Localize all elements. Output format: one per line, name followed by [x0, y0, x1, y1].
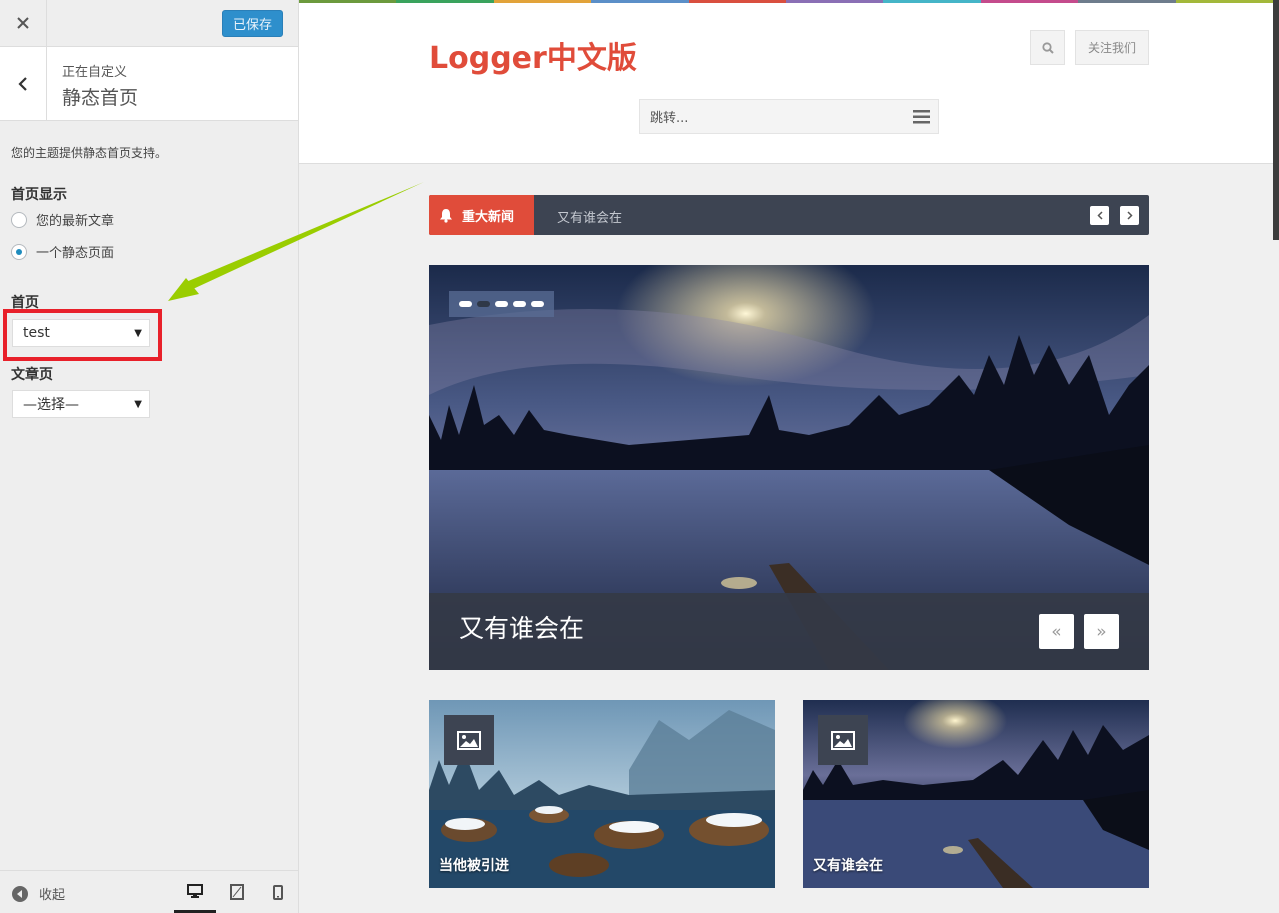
card-title[interactable]: 又有谁会在 — [813, 855, 883, 875]
customizer-topbar: 已保存 — [0, 0, 298, 47]
device-tablet-button[interactable] — [216, 871, 258, 913]
homepage-display-title: 首页显示 — [11, 187, 67, 203]
follow-us-button[interactable]: 关注我们 — [1075, 30, 1149, 65]
site-preview: Logger中文版 关注我们 跳转... 重大新闻 又有谁会在 又有谁会在 « … — [299, 0, 1279, 913]
slide-caption[interactable]: 又有谁会在 — [459, 609, 584, 645]
slide-dot[interactable] — [459, 301, 472, 307]
posts-page-title: 文章页 — [11, 367, 53, 383]
radio-label: 一个静态页面 — [36, 246, 115, 261]
preview-scrollbar[interactable] — [1273, 0, 1279, 240]
ticker-headline[interactable]: 又有谁会在 — [557, 207, 622, 226]
collapse-button[interactable]: 收起 — [12, 884, 65, 903]
image-icon — [831, 730, 855, 750]
back-button[interactable] — [0, 47, 47, 120]
radio-label: 您的最新文章 — [36, 214, 115, 229]
slide-dot[interactable] — [495, 301, 508, 307]
ticker-prev-button[interactable] — [1090, 206, 1109, 225]
breaking-news-label: 重大新闻 — [429, 195, 534, 235]
card-title[interactable]: 当他被引进 — [439, 855, 509, 875]
hamburger-menu-icon — [913, 110, 930, 124]
customizer-footer: 收起 — [0, 870, 298, 913]
section-description: 您的主题提供静态首页支持。 — [11, 146, 168, 160]
device-mobile-button[interactable] — [257, 871, 299, 913]
desktop-icon — [187, 883, 203, 898]
close-customizer-button[interactable] — [0, 0, 47, 46]
image-format-badge — [444, 715, 494, 765]
site-title[interactable]: Logger中文版 — [429, 33, 637, 77]
slide-dot-active[interactable] — [477, 301, 490, 307]
mobile-icon — [273, 884, 283, 900]
slide-dot[interactable] — [513, 301, 526, 307]
slide-dot[interactable] — [531, 301, 544, 307]
select-value: —选择— — [23, 397, 79, 413]
search-button[interactable] — [1030, 30, 1065, 65]
tablet-icon — [230, 884, 244, 900]
jump-menu-select[interactable]: 跳转... — [639, 99, 939, 134]
chevron-left-icon — [18, 76, 27, 91]
chevron-left-icon — [1096, 211, 1103, 220]
chevron-right-icon — [1126, 211, 1133, 220]
slide-next-button[interactable]: » — [1084, 614, 1119, 649]
featured-slider[interactable]: 又有谁会在 « » — [429, 265, 1149, 670]
posts-page-select[interactable]: —选择— ▼ — [12, 390, 150, 418]
double-chevron-right-icon: » — [1096, 621, 1107, 642]
slide-caption-bar: 又有谁会在 « » — [429, 593, 1149, 670]
post-card[interactable]: 又有谁会在 — [803, 700, 1149, 888]
radio-button-checked[interactable] — [11, 243, 27, 260]
caret-down-icon: ▼ — [134, 399, 142, 410]
annotation-highlight-box — [3, 309, 162, 361]
arrow-left-circle-icon — [12, 885, 28, 902]
bell-icon — [440, 208, 452, 223]
section-header: 正在自定义 静态首页 — [0, 47, 298, 121]
breaking-news-ticker: 重大新闻 又有谁会在 — [429, 195, 1149, 235]
radio-latest-posts[interactable]: 您的最新文章 — [11, 210, 114, 229]
radio-button[interactable] — [11, 211, 27, 228]
double-chevron-left-icon: « — [1051, 621, 1062, 642]
slide-prev-button[interactable]: « — [1039, 614, 1074, 649]
device-desktop-button[interactable] — [174, 871, 216, 913]
jump-menu-label: 跳转... — [650, 111, 689, 126]
image-format-badge — [818, 715, 868, 765]
close-icon — [17, 17, 29, 29]
saved-button[interactable]: 已保存 — [222, 10, 283, 37]
image-icon — [457, 730, 481, 750]
section-title: 静态首页 — [62, 87, 139, 109]
site-header: Logger中文版 关注我们 跳转... — [299, 3, 1273, 164]
slide-pagination — [449, 291, 554, 317]
customizer-sidebar: 已保存 正在自定义 静态首页 您的主题提供静态首页支持。 首页显示 您的最新文章… — [0, 0, 299, 913]
ticker-next-button[interactable] — [1120, 206, 1139, 225]
radio-static-page[interactable]: 一个静态页面 — [11, 242, 114, 261]
search-icon — [1041, 41, 1054, 54]
post-card[interactable]: 当他被引进 — [429, 700, 775, 888]
collapse-label: 收起 — [39, 888, 66, 903]
customizing-label: 正在自定义 — [62, 65, 128, 80]
